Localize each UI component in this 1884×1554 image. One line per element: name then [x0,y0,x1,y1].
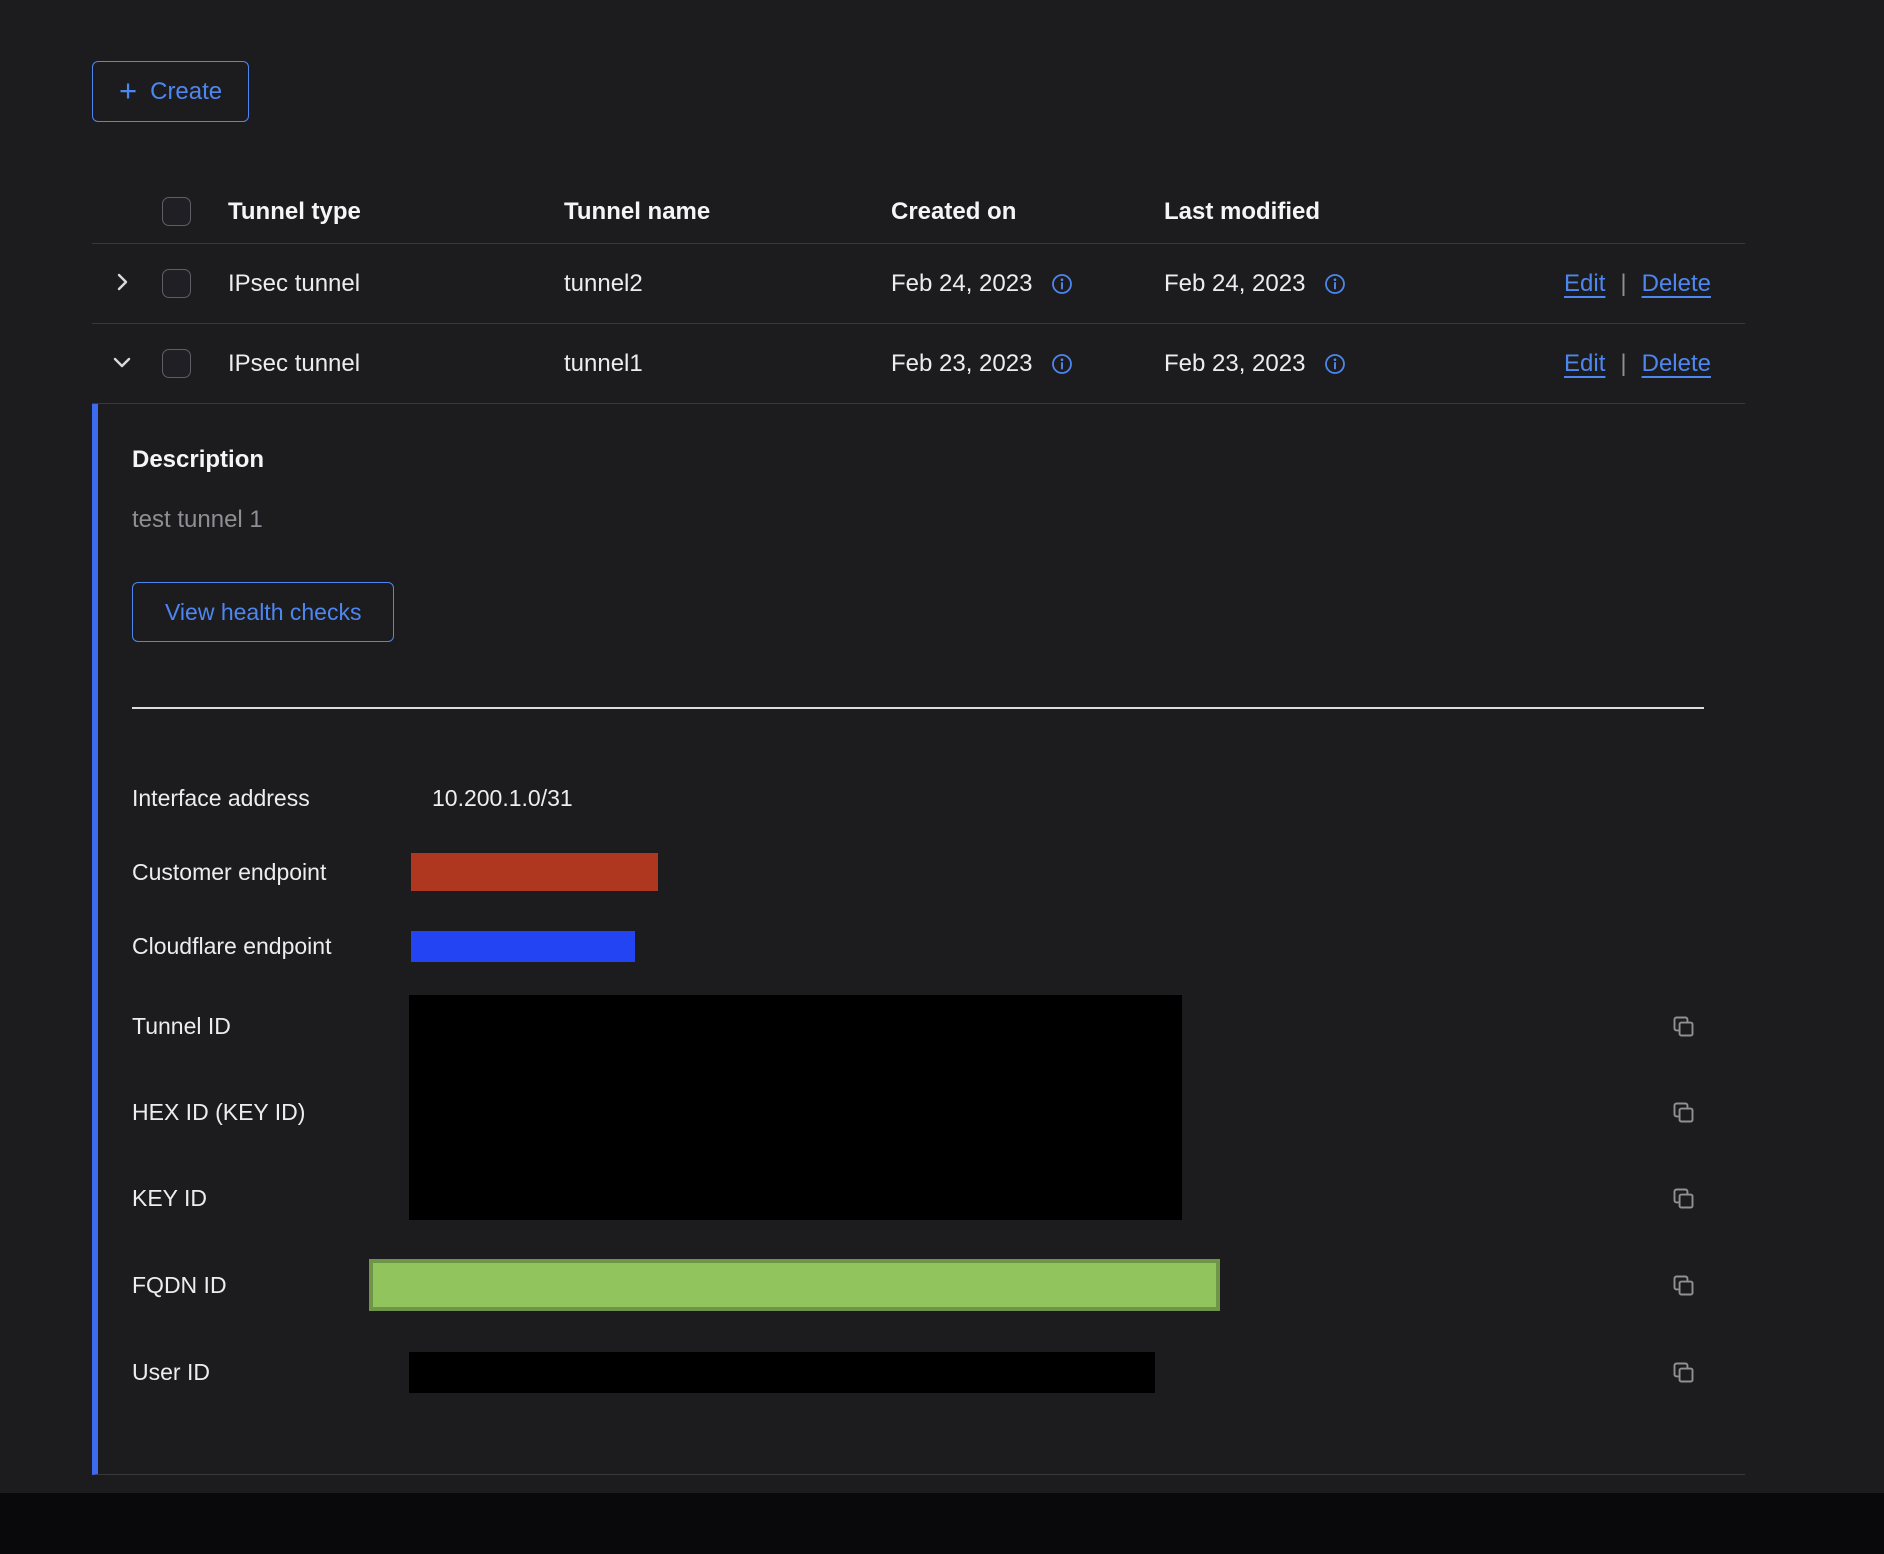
redacted-cloudflare-endpoint [411,931,635,962]
expand-row-button[interactable] [106,266,138,301]
cell-tunnel-name: tunnel1 [564,350,891,378]
table-header-row: Tunnel type Tunnel name Created on Last … [92,180,1745,244]
column-header-tunnel-type: Tunnel type [228,198,564,226]
tunnels-table: Tunnel type Tunnel name Created on Last … [92,180,1745,1475]
copy-icon[interactable] [1668,1183,1699,1214]
delete-link[interactable]: Delete [1642,350,1711,378]
table-row: IPsec tunnel tunnel2 Feb 24, 2023 Feb 24… [92,244,1745,324]
chevron-down-icon [110,350,134,377]
cell-tunnel-name: tunnel2 [564,270,891,298]
description-label: Description [132,445,1745,475]
select-all-checkbox[interactable] [162,197,191,226]
detail-divider [132,707,1704,709]
redacted-fqdn-id [369,1259,1220,1311]
row-checkbox[interactable] [162,269,191,298]
column-header-last-modified: Last modified [1164,198,1547,226]
cell-created-on: Feb 23, 2023 [891,350,1032,378]
row-checkbox[interactable] [162,349,191,378]
key-id-label: KEY ID [132,1185,432,1212]
column-header-created-on: Created on [891,198,1164,226]
create-button-label: Create [150,78,222,106]
column-header-tunnel-name: Tunnel name [564,198,891,226]
delete-link[interactable]: Delete [1642,270,1711,298]
interface-address-label: Interface address [132,785,432,812]
chevron-right-icon [110,270,134,297]
field-customer-endpoint: Customer endpoint [132,835,1745,909]
info-icon[interactable] [1323,272,1347,296]
bottom-strip [0,1493,1884,1554]
customer-endpoint-label: Customer endpoint [132,859,432,886]
field-interface-address: Interface address 10.200.1.0/31 [132,761,1745,835]
cell-last-modified: Feb 24, 2023 [1164,270,1305,298]
action-separator: | [1620,350,1626,378]
redacted-user-id [409,1352,1155,1393]
info-icon[interactable] [1050,352,1074,376]
interface-address-value: 10.200.1.0/31 [432,785,573,812]
redacted-tunnel-ids [409,995,1182,1220]
detail-fields: Interface address 10.200.1.0/31 Customer… [132,761,1745,1415]
edit-link[interactable]: Edit [1564,270,1605,298]
info-icon[interactable] [1050,272,1074,296]
hex-id-label: HEX ID (KEY ID) [132,1099,432,1126]
cell-tunnel-type: IPsec tunnel [228,350,564,378]
field-cloudflare-endpoint: Cloudflare endpoint [132,909,1745,983]
field-user-id: User ID [132,1329,1745,1415]
tunnels-page: + Create Tunnel type Tunnel name Created… [92,0,1745,1475]
field-fqdn-id: FQDN ID [132,1241,1745,1329]
copy-icon[interactable] [1668,1097,1699,1128]
cell-last-modified: Feb 23, 2023 [1164,350,1305,378]
info-icon[interactable] [1323,352,1347,376]
create-button[interactable]: + Create [92,61,249,122]
edit-link[interactable]: Edit [1564,350,1605,378]
redacted-customer-endpoint [411,853,658,891]
tunnel-detail-panel: Description test tunnel 1 View health ch… [92,404,1745,1475]
copy-icon[interactable] [1668,1357,1699,1388]
tunnel-id-label: Tunnel ID [132,1013,432,1040]
table-row: IPsec tunnel tunnel1 Feb 23, 2023 Feb 23… [92,324,1745,404]
view-health-checks-button[interactable]: View health checks [132,582,394,642]
copy-icon[interactable] [1668,1270,1699,1301]
description-value: test tunnel 1 [132,505,1745,535]
tunnel-id-group: Tunnel ID HEX ID (KEY ID) [132,983,1745,1241]
collapse-row-button[interactable] [106,346,138,381]
cell-created-on: Feb 24, 2023 [891,270,1032,298]
cloudflare-endpoint-label: Cloudflare endpoint [132,933,432,960]
copy-icon[interactable] [1668,1011,1699,1042]
cell-tunnel-type: IPsec tunnel [228,270,564,298]
plus-icon: + [119,75,137,106]
user-id-label: User ID [132,1359,432,1386]
action-separator: | [1620,270,1626,298]
